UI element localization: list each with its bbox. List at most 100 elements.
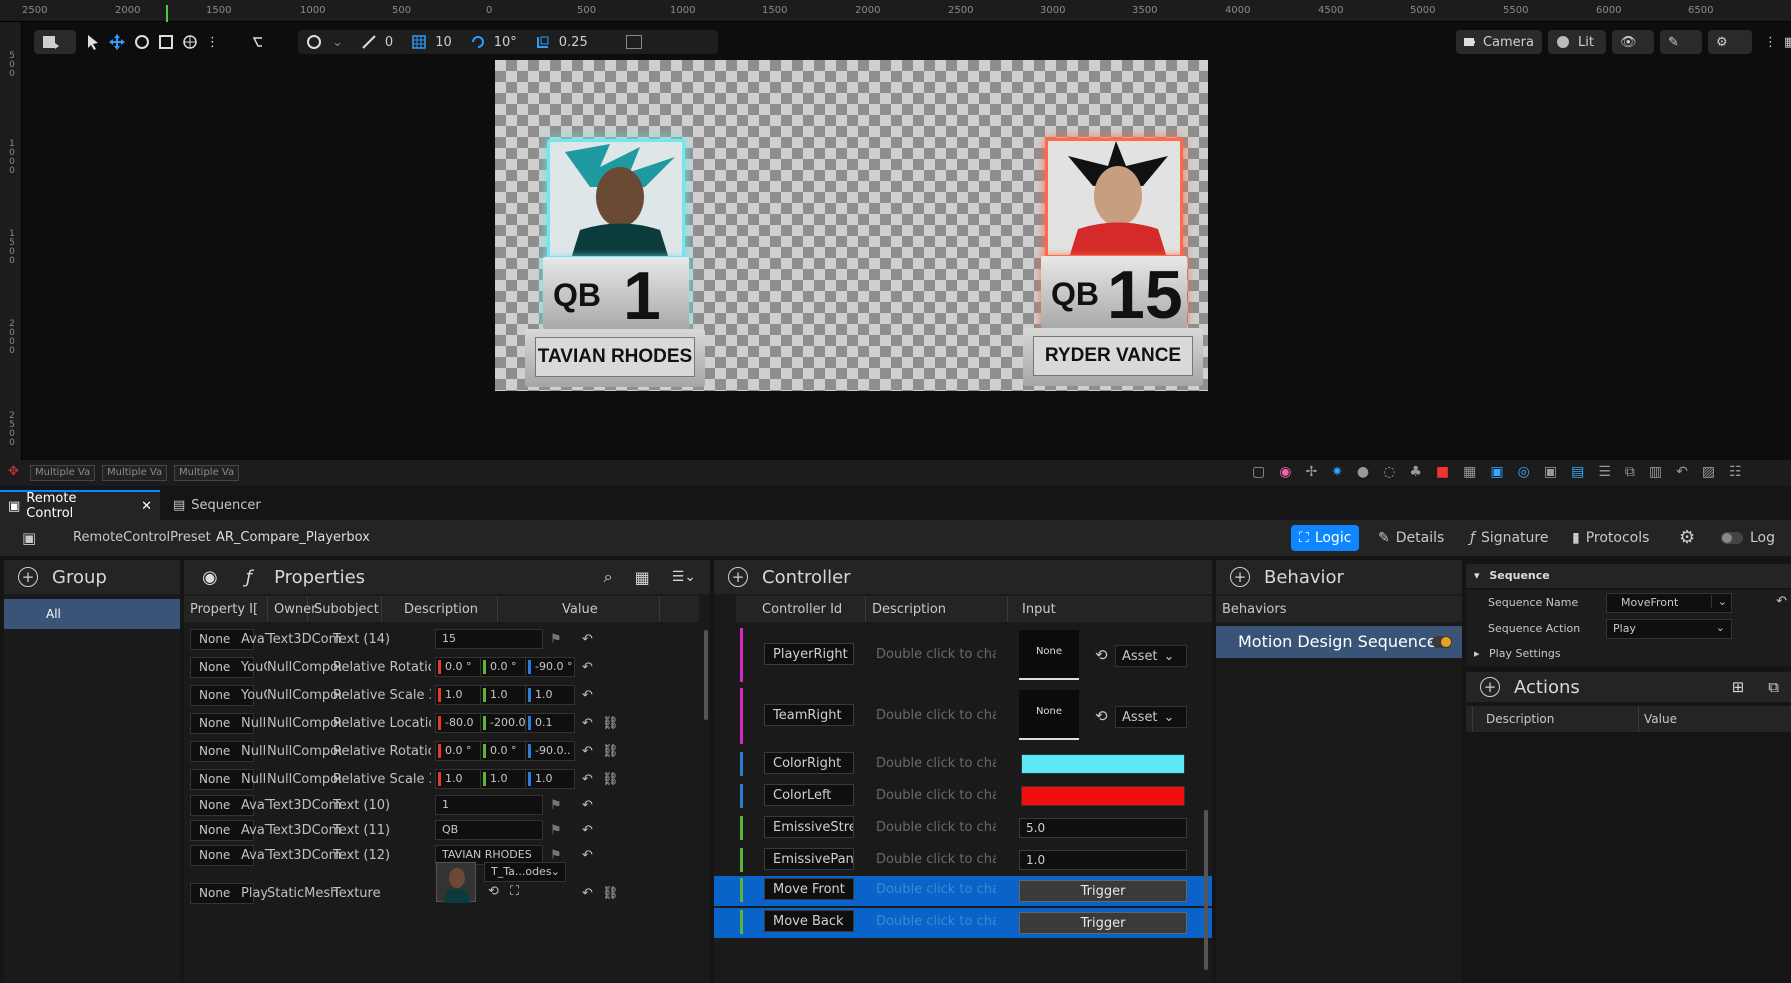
column-value[interactable]: Value (498, 596, 660, 622)
controller-row[interactable]: PlayerRight Double click to changNone ⟲ … (714, 626, 1212, 686)
controller-row[interactable]: EmissiveStre Double click to chang 5.0 (714, 814, 1212, 844)
image-icon[interactable]: ▨ (1702, 464, 1715, 480)
align-icon[interactable]: ☰ (1598, 464, 1611, 480)
controller-description[interactable]: Double click to chang (876, 882, 996, 897)
sequence-section-header[interactable]: ▾ Sequence (1466, 564, 1791, 588)
visibility-icon[interactable]: ◌ (1383, 464, 1395, 480)
controller-id-field[interactable]: ColorLeft (764, 784, 854, 806)
number-input[interactable]: 1.0 (1019, 850, 1187, 870)
value-y-field[interactable]: 1.0 (480, 769, 530, 789)
layout-button[interactable]: ▦ (1776, 30, 1791, 54)
link-icon[interactable]: ⛓ (602, 772, 619, 788)
transform-gizmo-icon[interactable]: ✢ (1305, 464, 1317, 480)
column-owner[interactable]: Owner (268, 596, 316, 622)
texture-thumbnail[interactable] (436, 862, 476, 903)
reset-icon[interactable]: ↶ (582, 886, 598, 902)
details-button[interactable]: ✎ Details (1370, 525, 1452, 551)
controller-row[interactable]: EmissivePan Double click to chang 1.0 (714, 846, 1212, 876)
browse-icon[interactable]: ⛶ (510, 884, 526, 900)
multiple-values-y[interactable]: Multiple Va (102, 465, 168, 481)
column-subobject[interactable]: Subobject (308, 596, 382, 622)
column-description[interactable]: Description (866, 596, 1008, 622)
properties-scrollbar[interactable] (704, 630, 708, 720)
value-z-field[interactable]: -90.0.. (525, 741, 575, 761)
controller-description[interactable]: Double click to chang (876, 647, 996, 662)
light-icon[interactable]: ✷ (1331, 464, 1343, 480)
reset-icon[interactable]: ↶ (582, 798, 598, 814)
column-property-id[interactable]: Property I[ (184, 596, 268, 622)
camera-button[interactable]: Camera (1456, 30, 1542, 54)
asset-type-dropdown[interactable]: Asset ⌄ (1115, 706, 1187, 728)
scale-snap-value[interactable]: 0.25 (559, 35, 588, 50)
function-icon[interactable]: ƒ (246, 567, 252, 588)
value-y-field[interactable]: 1.0 (480, 685, 530, 705)
entity-icon[interactable]: ◉ (202, 567, 218, 588)
value-y-field[interactable]: 0.0 ° (480, 657, 530, 677)
shape-icon[interactable]: ▢ (1252, 464, 1265, 480)
controller-description[interactable]: Double click to chang (876, 852, 996, 867)
table-row[interactable]: None Null / NullCompor Relative Rotation… (184, 738, 710, 766)
controller-row[interactable]: Move Back Double click to chang Trigger (714, 908, 1212, 938)
select-arrow-icon[interactable] (86, 34, 100, 50)
controller-row[interactable]: ColorRight Double click to chang (714, 750, 1212, 780)
tab-remote-control[interactable]: ▣ Remote Control ✕ (0, 490, 160, 521)
reset-icon[interactable]: ↶ (582, 744, 598, 760)
frame-icon[interactable]: ▣ (1490, 464, 1503, 480)
table-row[interactable]: None YouC NullCompor Relative Scale 3D1.… (184, 682, 710, 710)
player-card[interactable]: QB 1 TAVIAN RHODES (525, 139, 705, 389)
duplicate-icon[interactable]: ⧉ (1625, 464, 1635, 480)
log-toggle[interactable] (1721, 532, 1743, 544)
controller-scrollbar[interactable] (1204, 810, 1208, 970)
controller-row[interactable]: Move Front Double click to chang Trigger (714, 876, 1212, 906)
table-row[interactable]: None Null / NullCompor Relative Location… (184, 710, 710, 738)
realtime-button[interactable]: ✎ (1660, 30, 1702, 54)
text-value-field[interactable]: QB (435, 820, 543, 840)
controller-id-field[interactable]: TeamRight (764, 704, 854, 726)
value-x-field[interactable]: 0.0 ° (435, 741, 485, 761)
undo-icon[interactable]: ↶ (1676, 464, 1688, 480)
use-selected-icon[interactable]: ⟲ (1095, 646, 1108, 664)
lit-button[interactable]: Lit (1548, 30, 1606, 54)
use-selected-icon[interactable]: ⟲ (488, 884, 504, 900)
grid-icon[interactable]: ▦ (1463, 464, 1476, 480)
layers-icon[interactable]: ▤ (1571, 464, 1584, 480)
controller-description[interactable]: Double click to chang (876, 820, 996, 835)
controller-id-field[interactable]: Move Back (764, 910, 854, 932)
controller-id-field[interactable]: PlayerRight (764, 643, 854, 665)
grid-snap-value[interactable]: 10 (435, 35, 452, 50)
sliders-icon[interactable]: ☷ (1729, 464, 1742, 480)
player-card[interactable]: QB 15 RYDER VANCE (1023, 138, 1203, 388)
column-input[interactable]: Input (1008, 596, 1188, 622)
filter-icon[interactable]: ☰⌄ (672, 569, 696, 585)
snap-rotate-icon[interactable] (306, 34, 324, 50)
value-z-field[interactable]: 1.0 (525, 769, 575, 789)
group-item-all[interactable]: All (4, 599, 180, 629)
reset-icon[interactable]: ↶ (582, 660, 598, 676)
flag-icon[interactable]: ⚑ (550, 632, 566, 648)
search-icon[interactable]: ⌕ (604, 567, 613, 587)
close-icon[interactable]: ✕ (141, 499, 152, 514)
controller-id-field[interactable]: EmissiveStre (764, 816, 854, 838)
sequence-name-dropdown[interactable]: MoveFront ⌄ (1606, 593, 1732, 613)
color-swatch[interactable] (1021, 754, 1185, 774)
grid-snap-icon[interactable] (411, 34, 427, 50)
transparent-canvas[interactable]: QB 1 TAVIAN RHODES QB 15 RYDER VANCE (495, 60, 1208, 391)
link-icon[interactable]: ⛓ (602, 716, 619, 732)
scale-snap-icon[interactable] (535, 34, 551, 50)
number-input[interactable]: 5.0 (1019, 818, 1187, 838)
use-selected-icon[interactable]: ⟲ (1095, 707, 1108, 725)
snap-move-value[interactable]: 0 (385, 35, 393, 50)
scale-icon[interactable] (158, 34, 174, 50)
table-row[interactable]: None AvaT Text3DCom Text (11)QB ⚑↶ (184, 817, 710, 845)
value-z-field[interactable]: -90.0 ° (525, 657, 575, 677)
trigger-button[interactable]: Trigger (1019, 880, 1187, 902)
controller-id-field[interactable]: Move Front (764, 878, 854, 900)
frame-icon[interactable] (625, 35, 642, 49)
behavior-item[interactable]: Motion Design Sequence (1216, 626, 1462, 658)
text-value-field[interactable]: 1 (435, 795, 543, 815)
value-x-field[interactable]: 0.0 ° (435, 657, 485, 677)
controller-description[interactable]: Double click to chang (876, 756, 996, 771)
rotation-snap-icon[interactable] (470, 34, 486, 50)
reset-icon[interactable]: ↶ (582, 848, 598, 864)
asset-thumbnail[interactable]: None (1019, 630, 1079, 680)
